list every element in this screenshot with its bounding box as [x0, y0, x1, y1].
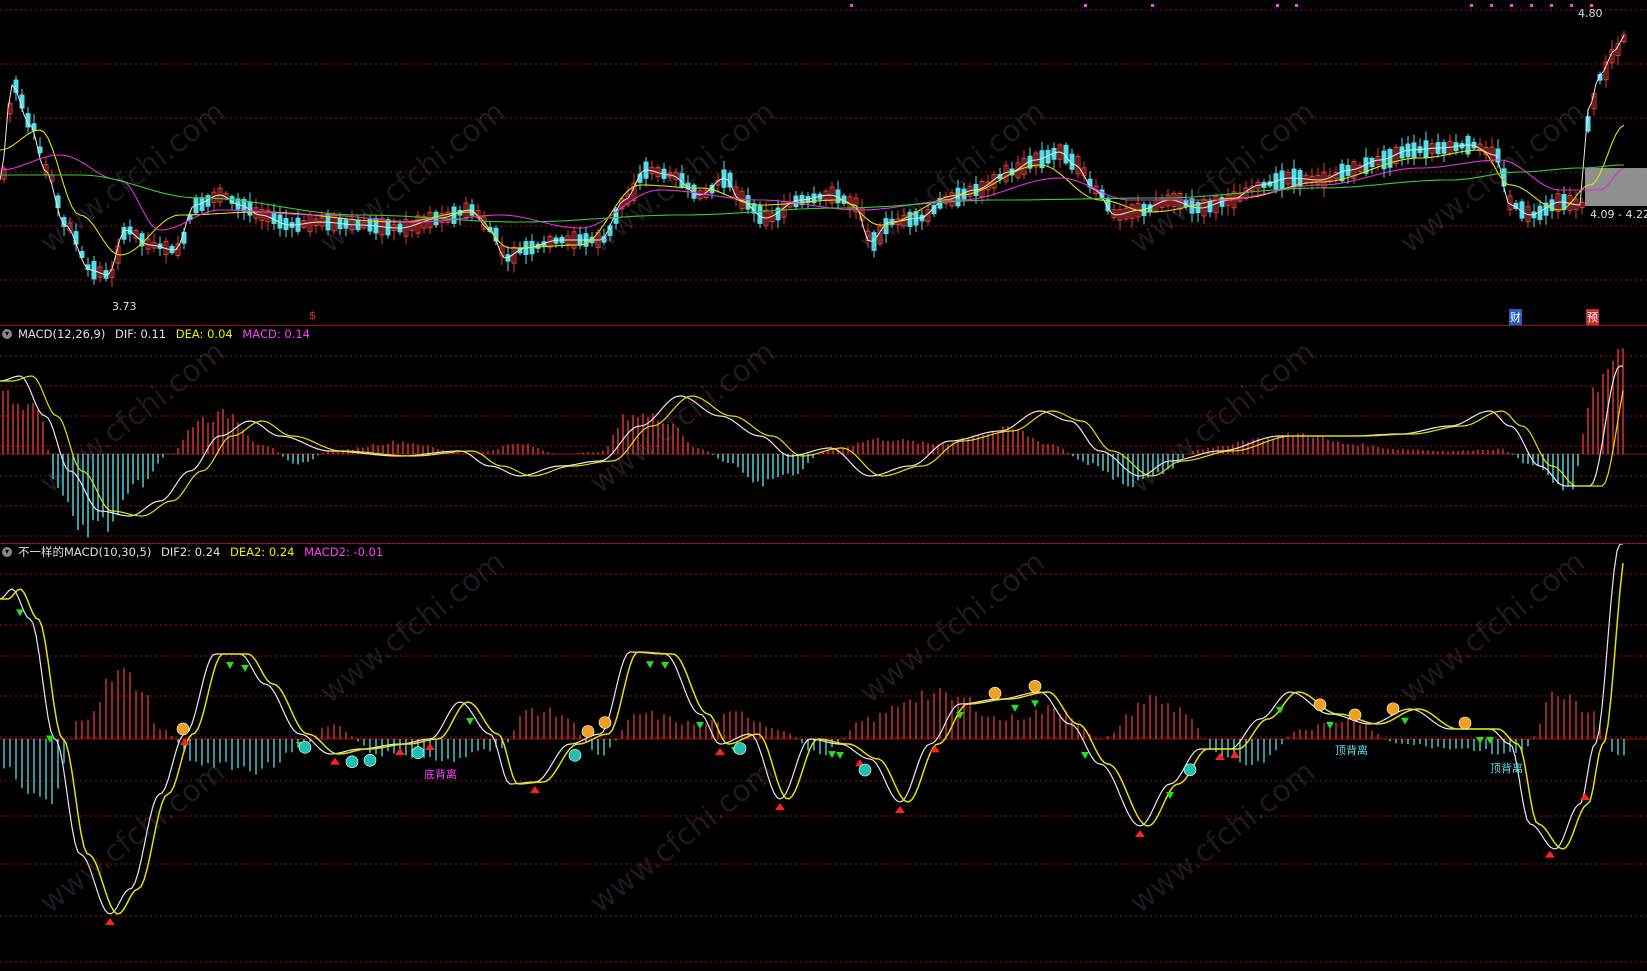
dif-label: DIF:: [115, 327, 137, 341]
price-chart-pane[interactable]: 3.73 4.80 4.09 - 4.22 $ 财 预: [0, 0, 1647, 325]
collapse-icon[interactable]: ▾: [2, 546, 12, 557]
candle-body: [19, 94, 25, 109]
dif2-line: [0, 544, 1623, 915]
top-signal-circle-icon: [988, 686, 1002, 700]
top-marker-dot: [1550, 4, 1553, 7]
candle-body: [1501, 168, 1507, 187]
candle-body: [607, 225, 613, 236]
sell-up-arrow: [425, 743, 435, 750]
top-signal-circle-icon: [1028, 679, 1042, 693]
buy-down-arrow: [466, 718, 474, 725]
macd-value: 0.14: [284, 327, 310, 341]
macd2-chart[interactable]: [0, 544, 1647, 971]
candlestick-chart[interactable]: [0, 0, 1647, 325]
buy-down-arrow: [836, 752, 844, 759]
top-marker-dot: [1295, 4, 1298, 7]
macd2-label: MACD2:: [304, 545, 350, 559]
dif-value: 0.11: [140, 327, 167, 341]
buy-down-arrow: [1476, 737, 1484, 744]
bottom-signal-circle-icon: [363, 753, 377, 767]
sell-up-arrow: [775, 803, 785, 810]
bottom-signal-circle-icon: [568, 749, 582, 762]
buy-down-arrow: [1081, 752, 1089, 759]
bottom-signal-circle-icon: [298, 741, 312, 754]
sell-up-arrow: [715, 748, 725, 755]
sell-up-arrow: [1545, 850, 1555, 858]
macd-title: MACD(12,26,9): [18, 327, 106, 341]
top-marker-dot: [1570, 4, 1573, 7]
macd-label: MACD:: [242, 327, 281, 341]
sell-up-arrow: [105, 918, 115, 925]
top-signal-circle-icon: [1313, 698, 1327, 712]
buy-down-arrow: [828, 751, 836, 759]
bottom-signal-circle-icon: [345, 755, 359, 769]
range-price-label: 4.09 - 4.22: [1590, 208, 1647, 221]
top-marker-dot: [850, 4, 853, 7]
buy-down-arrow: [1031, 700, 1039, 708]
bottom-signal-circle-icon: [733, 742, 747, 755]
top-signal-circle-icon: [598, 716, 612, 729]
dif2-label: DIF2:: [161, 545, 192, 559]
bottom-signal-circle-icon: [1183, 763, 1197, 777]
buy-down-arrow: [646, 661, 654, 669]
buy-down-arrow: [1011, 704, 1019, 712]
event-marker-finance[interactable]: 财: [1509, 309, 1522, 325]
top-marker-dot: [1530, 4, 1533, 7]
top-marker-dot: [1510, 4, 1513, 7]
top-signal-circle-icon: [1458, 716, 1472, 730]
sell-up-arrow: [1230, 750, 1240, 758]
macd-header: ▾ MACD(12,26,9) DIF: 0.11 DEA: 0.04 MACD:…: [0, 326, 316, 342]
sell-up-arrow: [930, 745, 940, 753]
max-price-label: 4.80: [1578, 7, 1603, 20]
buy-down-arrow: [1486, 737, 1494, 744]
sell-up-arrow: [1135, 830, 1145, 837]
buy-down-arrow: [241, 664, 249, 672]
top-signal-circle-icon: [581, 725, 595, 738]
top-marker-dot: [1276, 4, 1279, 7]
event-marker-dividend[interactable]: $: [309, 309, 316, 322]
ma5-line: [0, 35, 1625, 276]
sell-up-arrow: [395, 748, 405, 755]
sell-up-arrow: [530, 786, 540, 793]
divergence-label-top-2: 顶背离: [1490, 762, 1523, 775]
macd2-value: -0.01: [353, 545, 384, 559]
macd-indicator-pane[interactable]: ▾ MACD(12,26,9) DIF: 0.11 DEA: 0.04 MACD:…: [0, 325, 1647, 544]
macd2-indicator-pane[interactable]: ▾ 不一样的MACD(10,30,5) DIF2: 0.24 DEA2: 0.24…: [0, 543, 1647, 971]
buy-down-arrow: [661, 662, 669, 669]
top-marker-dot: [1151, 4, 1154, 7]
top-marker-dot: [1470, 4, 1473, 7]
divergence-label-bottom: 底背离: [424, 768, 457, 781]
buy-down-arrow: [1401, 717, 1409, 725]
macd2-title: 不一样的MACD(10,30,5): [18, 545, 152, 559]
event-marker-forecast[interactable]: 预: [1586, 309, 1599, 325]
divergence-label-top-1: 顶背离: [1335, 744, 1368, 757]
buy-down-arrow: [226, 662, 234, 669]
top-signal-circle-icon: [1386, 702, 1400, 716]
top-signal-circle-icon: [176, 722, 190, 736]
sell-up-arrow: [1580, 793, 1590, 800]
buy-down-arrow: [16, 609, 24, 617]
dif2-value: 0.24: [194, 545, 221, 559]
bottom-signal-circle-icon: [411, 746, 425, 760]
sell-up-arrow: [895, 806, 905, 813]
buy-down-arrow: [696, 722, 704, 729]
top-marker-dot: [1084, 4, 1087, 7]
sell-up-arrow: [1215, 753, 1225, 760]
top-signal-circle-icon: [1348, 708, 1362, 722]
bottom-signal-circle-icon: [858, 763, 872, 777]
dea-label: DEA:: [175, 327, 204, 341]
min-price-label: 3.73: [112, 300, 137, 313]
collapse-icon[interactable]: ▾: [2, 328, 12, 339]
macd-chart[interactable]: [0, 326, 1647, 544]
sell-up-arrow: [330, 757, 340, 765]
dea2-label: DEA2:: [229, 545, 266, 559]
dea-value: 0.04: [207, 327, 233, 341]
macd2-header: ▾ 不一样的MACD(10,30,5) DIF2: 0.24 DEA2: 0.24…: [0, 544, 389, 560]
buy-down-arrow: [1326, 722, 1334, 729]
dea2-value: 0.24: [268, 545, 295, 559]
top-marker-dot: [1490, 4, 1493, 7]
ma10-line: [0, 124, 1625, 256]
